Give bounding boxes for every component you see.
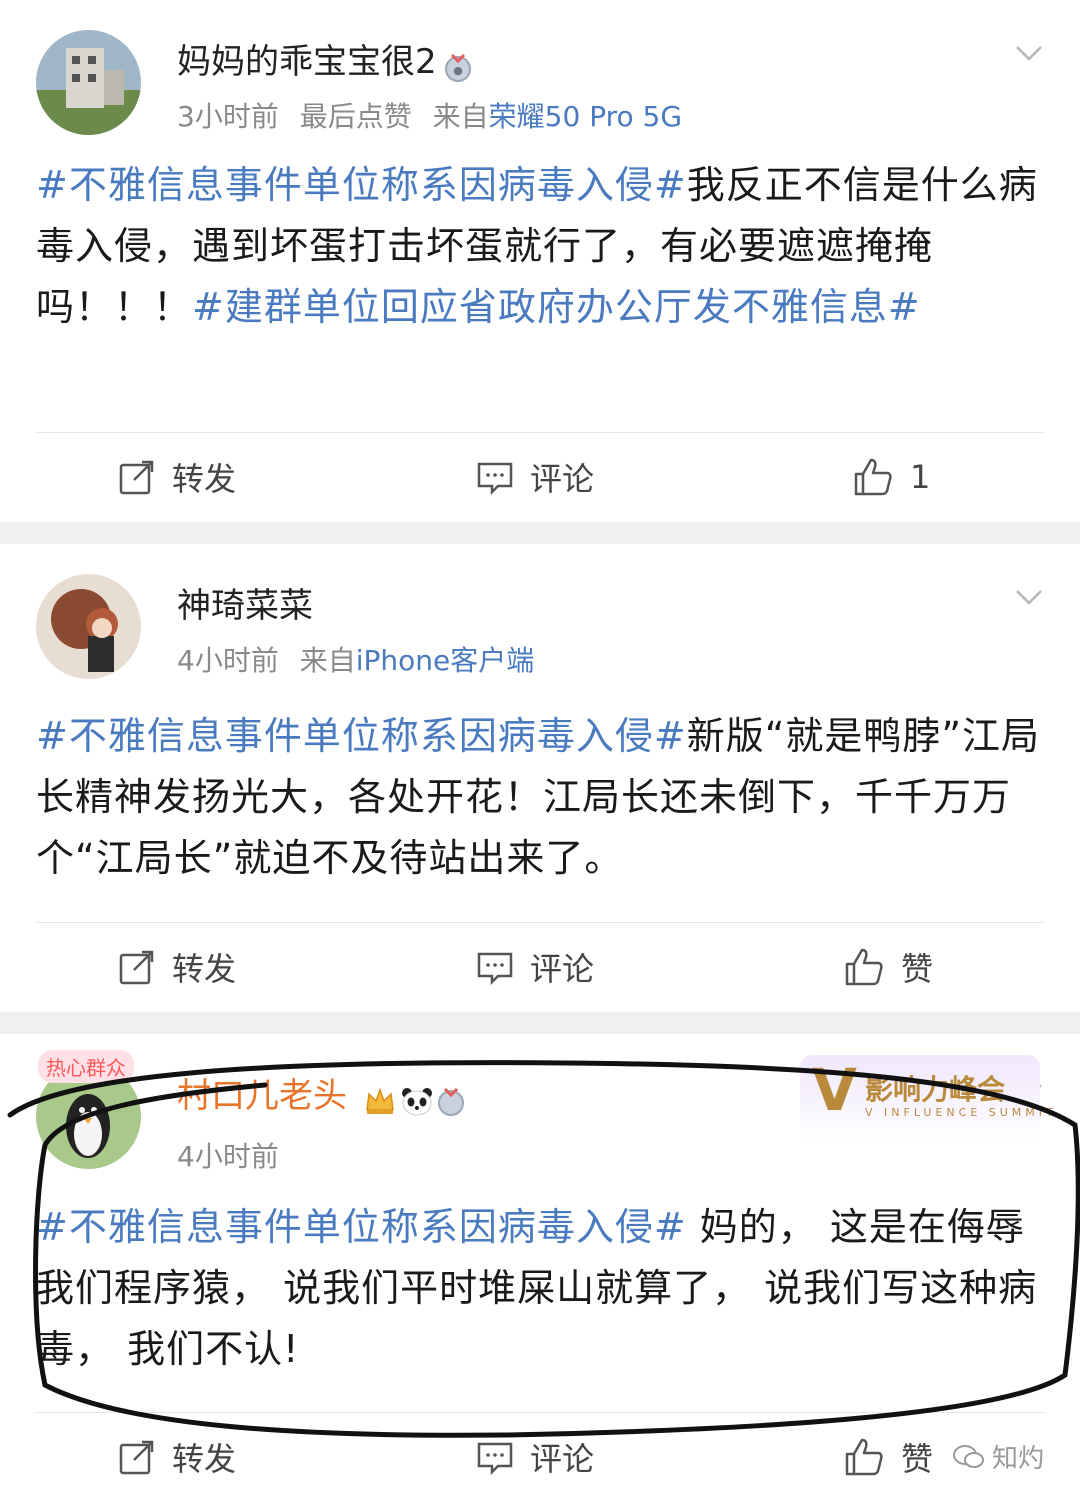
post-source[interactable]: iPhone客户端: [356, 644, 535, 677]
user-name[interactable]: 妈妈的乖宝宝很2 ●: [177, 40, 473, 84]
svg-text:●: ●: [453, 64, 463, 77]
thumbs-up-icon: [854, 458, 892, 496]
repost-icon: [119, 460, 154, 495]
post-extra: 最后点赞: [299, 100, 412, 133]
like-button[interactable]: 赞: [843, 922, 933, 1012]
hand-drawn-circle-annotation: [7, 1060, 1080, 1438]
avatar[interactable]: [36, 574, 141, 679]
topic-link[interactable]: #不雅信息事件单位称系因病毒入侵#: [36, 714, 687, 758]
post-content: #不雅信息事件单位称系因病毒入侵#新版“就是鸭脖”江局长精神发扬光大，各处开花！…: [36, 706, 1044, 889]
comment-button[interactable]: 评论: [476, 432, 594, 522]
chevron-down-icon[interactable]: [1014, 582, 1044, 612]
like-count: 1: [910, 458, 931, 496]
chevron-down-icon[interactable]: [1014, 38, 1044, 68]
post-meta: 4小时前 来自iPhone客户端: [177, 642, 534, 680]
like-button[interactable]: 1: [852, 432, 930, 522]
post-source-prefix: 来自: [299, 644, 356, 677]
repost-button[interactable]: 转发: [118, 922, 236, 1012]
post-content: #不雅信息事件单位称系因病毒入侵#我反正不信是什么病毒入侵，遇到坏蛋打击坏蛋就行…: [36, 155, 1044, 338]
post-2: 神琦菜菜 4小时前 来自iPhone客户端 #不雅信息事件单位称系因病毒入侵#新…: [0, 544, 1080, 1012]
comment-icon: [477, 952, 513, 986]
repost-icon: [119, 950, 154, 985]
action-bar: 转发 评论 赞: [0, 922, 1080, 1012]
avatar[interactable]: [36, 30, 141, 135]
medal-icon: ●: [443, 49, 473, 82]
topic-link[interactable]: #建群单位回应省政府办公厅发不雅信息#: [192, 285, 921, 329]
post-time: 3小时前: [177, 100, 279, 133]
thumbs-up-icon: [845, 948, 883, 986]
wechat-icon: [952, 1444, 984, 1468]
comment-icon: [477, 462, 513, 496]
repost-button[interactable]: 转发: [118, 432, 236, 522]
post-source-prefix: 来自: [432, 100, 489, 133]
action-bar: 转发 评论 1: [0, 432, 1080, 522]
post-1: 妈妈的乖宝宝很2 ● 3小时前 最后点赞 来自荣耀50 Pro 5G #不雅信息事…: [0, 0, 1080, 522]
topic-link[interactable]: #不雅信息事件单位称系因病毒入侵#: [36, 163, 687, 207]
watermark: 知灼: [952, 1438, 1044, 1475]
post-time: 4小时前: [177, 644, 279, 677]
post-meta: 3小时前 最后点赞 来自荣耀50 Pro 5G: [177, 98, 682, 136]
post-source[interactable]: 荣耀50 Pro 5G: [489, 100, 682, 133]
user-name[interactable]: 神琦菜菜: [177, 584, 313, 628]
separator: [0, 522, 1080, 544]
separator: [0, 1012, 1080, 1034]
comment-button[interactable]: 评论: [476, 922, 594, 1012]
